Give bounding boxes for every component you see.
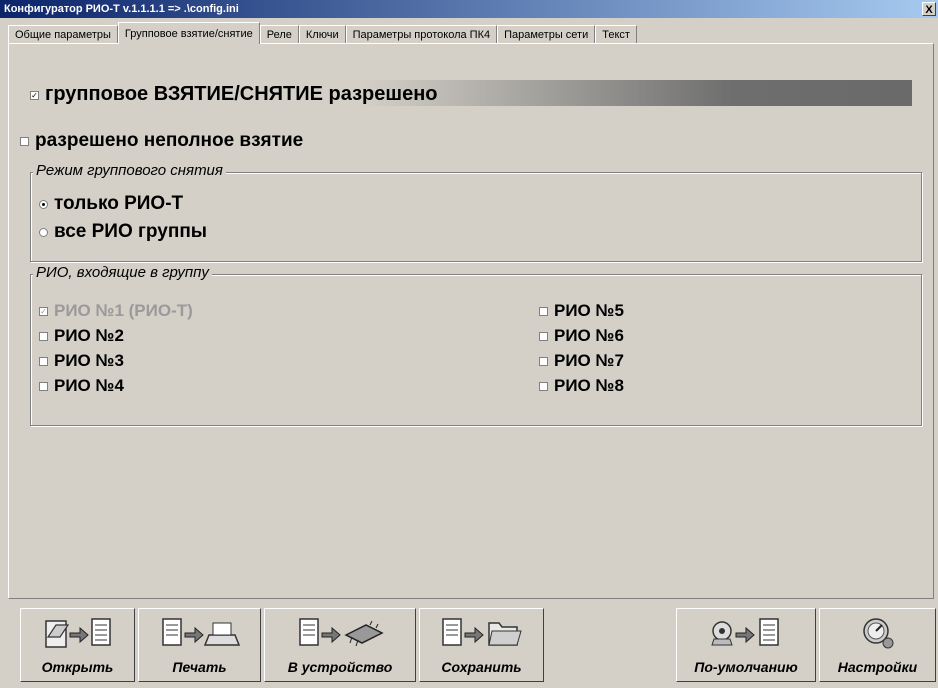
defaults-button-label: По-умолчанию — [694, 659, 798, 675]
partial-arm-checkbox[interactable]: разрешено неполное взятие — [20, 130, 303, 152]
settings-button[interactable]: Настройки — [819, 608, 936, 682]
rio-7-label: РИО №7 — [554, 351, 624, 370]
folder-icon — [437, 613, 527, 658]
checkbox-icon[interactable] — [39, 332, 48, 342]
reset-defaults-icon — [706, 613, 786, 658]
tab-keys[interactable]: Ключи — [298, 25, 346, 43]
radio-icon[interactable] — [39, 228, 48, 238]
rio-5-label: РИО №5 — [554, 301, 624, 320]
tab-protocol[interactable]: Параметры протокола ПК4 — [345, 25, 498, 43]
open-file-icon — [40, 613, 116, 658]
rio-group-title: РИО, входящие в группу — [33, 264, 212, 281]
rio-3-label: РИО №3 — [54, 351, 124, 370]
rio-1-label: РИО №1 (РИО-Т) — [54, 301, 193, 320]
checkbox-icon[interactable] — [539, 307, 548, 317]
radio-all-rio-label: все РИО группы — [54, 221, 208, 242]
partial-arm-label: разрешено неполное взятие — [35, 130, 304, 151]
checkbox-icon[interactable] — [20, 137, 29, 147]
checkbox-icon[interactable] — [539, 332, 548, 342]
rio-5-checkbox[interactable]: РИО №5 — [539, 301, 624, 321]
rio-group-box: РИО, входящие в группу ✓ РИО №1 (РИО-Т) Р… — [30, 264, 922, 426]
printer-icon — [157, 613, 243, 658]
save-button-label: Сохранить — [441, 659, 522, 675]
tab-text[interactable]: Текст — [595, 25, 637, 43]
group-arm-label: групповое ВЗЯТИЕ/СНЯТИЕ разрешено — [45, 83, 438, 105]
radio-all-rio[interactable]: все РИО группы — [39, 221, 207, 243]
rio-3-checkbox[interactable]: РИО №3 — [39, 351, 124, 371]
print-button[interactable]: Печать — [138, 608, 261, 682]
checkbox-icon[interactable] — [539, 357, 548, 367]
to-device-button-label: В устройство — [287, 659, 393, 675]
defaults-button[interactable]: По-умолчанию — [676, 608, 816, 682]
tab-general[interactable]: Общие параметры — [8, 25, 118, 43]
tab-group-arm[interactable]: Групповое взятие/снятие — [117, 22, 260, 44]
tab-network[interactable]: Параметры сети — [497, 25, 596, 43]
rio-8-label: РИО №8 — [554, 376, 624, 395]
checkbox-icon[interactable] — [39, 357, 48, 367]
rio-1-checkbox[interactable]: ✓ РИО №1 (РИО-Т) — [39, 301, 193, 321]
to-device-button[interactable]: В устройство — [264, 608, 416, 682]
rio-8-checkbox[interactable]: РИО №8 — [539, 376, 624, 396]
checkbox-checked-icon[interactable]: ✓ — [30, 91, 39, 101]
rio-6-label: РИО №6 — [554, 326, 624, 345]
disarm-mode-title: Режим группового снятия — [33, 162, 226, 179]
open-button-label: Открыть — [41, 659, 114, 675]
open-button[interactable]: Открыть — [20, 608, 135, 682]
save-button[interactable]: Сохранить — [419, 608, 544, 682]
window-title: Конфигуратор РИО-Т v.1.1.1.1 => .\config… — [4, 3, 239, 15]
gauge-settings-icon — [856, 613, 900, 658]
radio-only-rio-t-label: только РИО-Т — [54, 193, 184, 214]
chip-icon — [292, 613, 388, 658]
disarm-mode-group: Режим группового снятия только РИО-Т все… — [30, 162, 922, 262]
settings-button-label: Настройки — [837, 659, 918, 675]
rio-6-checkbox[interactable]: РИО №6 — [539, 326, 624, 346]
rio-4-label: РИО №4 — [54, 376, 124, 395]
radio-only-rio-t[interactable]: только РИО-Т — [39, 193, 183, 215]
rio-2-checkbox[interactable]: РИО №2 — [39, 326, 124, 346]
rio-2-label: РИО №2 — [54, 326, 124, 345]
close-button[interactable]: X — [922, 2, 936, 16]
tab-strip: Общие параметры Групповое взятие/снятие … — [8, 22, 637, 44]
checkbox-icon[interactable] — [539, 382, 548, 392]
checkbox-checked-disabled-icon[interactable]: ✓ — [39, 307, 48, 317]
rio-7-checkbox[interactable]: РИО №7 — [539, 351, 624, 371]
tab-relay[interactable]: Реле — [259, 25, 299, 43]
checkbox-icon[interactable] — [39, 382, 48, 392]
title-bar: Конфигуратор РИО-Т v.1.1.1.1 => .\config… — [0, 0, 938, 18]
rio-4-checkbox[interactable]: РИО №4 — [39, 376, 124, 396]
print-button-label: Печать — [172, 659, 227, 675]
radio-selected-icon[interactable] — [39, 200, 48, 210]
group-arm-checkbox[interactable]: ✓ групповое ВЗЯТИЕ/СНЯТИЕ разрешено — [30, 83, 438, 106]
